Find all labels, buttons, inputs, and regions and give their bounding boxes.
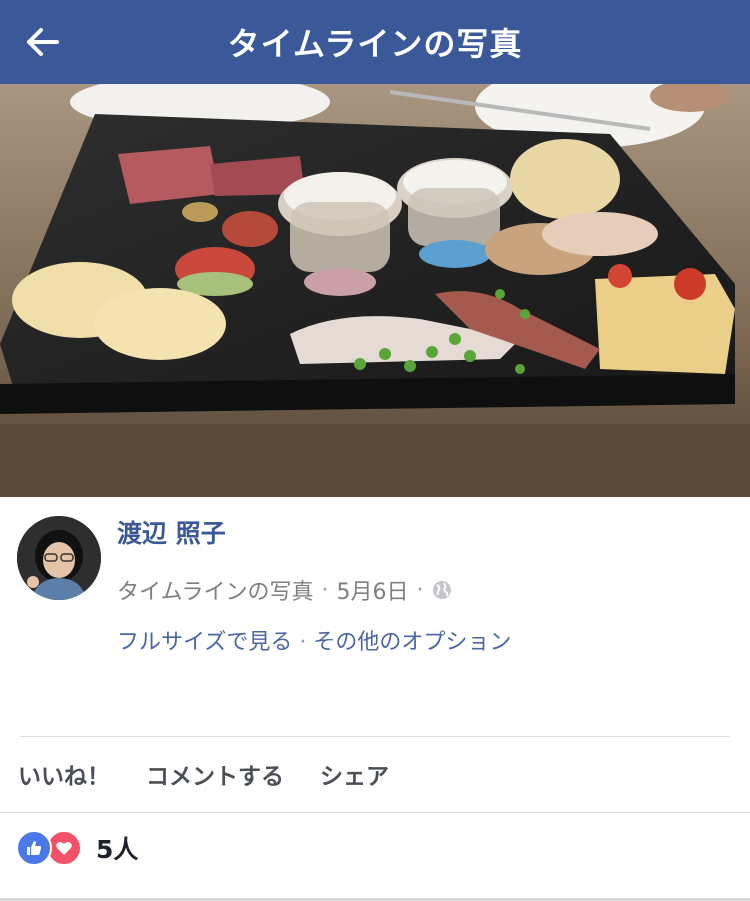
back-button[interactable] [22,24,62,60]
separator-dot: · [321,577,329,603]
action-bar: いいね！ コメントする シェア [18,757,389,791]
post-date[interactable]: 5月6日 [336,574,408,606]
separator-dot: · [292,630,314,655]
more-options-link[interactable]: その他のオプション [313,630,511,655]
like-button[interactable]: いいね！ [18,757,110,791]
globe-icon [433,581,452,599]
share-button[interactable]: シェア [320,757,389,791]
page-title: タイムラインの写真 [227,25,523,63]
timeline-photo[interactable] [0,84,750,497]
post-meta: タイムラインの写真 · 5月6日 · [117,574,453,606]
thumbs-up-icon [16,830,52,866]
top-bar: タイムラインの写真 [0,0,750,84]
avatar[interactable] [17,516,101,600]
comment-button[interactable]: コメントする [146,757,284,791]
profile-picture [17,516,101,600]
post-links: フルサイズで見る · その他のオプション [117,624,511,656]
divider [20,736,730,737]
author-name[interactable]: 渡辺 照子 [117,514,226,550]
reaction-count: 5人 [96,835,139,864]
reactions-summary[interactable]: 5人 [16,830,138,866]
arrow-left-icon [27,28,59,56]
separator-dot: · [416,577,424,603]
food-platter-photo [0,84,750,497]
album-link[interactable]: タイムラインの写真 [117,574,313,606]
divider [0,812,750,813]
full-size-link[interactable]: フルサイズで見る [117,630,292,655]
